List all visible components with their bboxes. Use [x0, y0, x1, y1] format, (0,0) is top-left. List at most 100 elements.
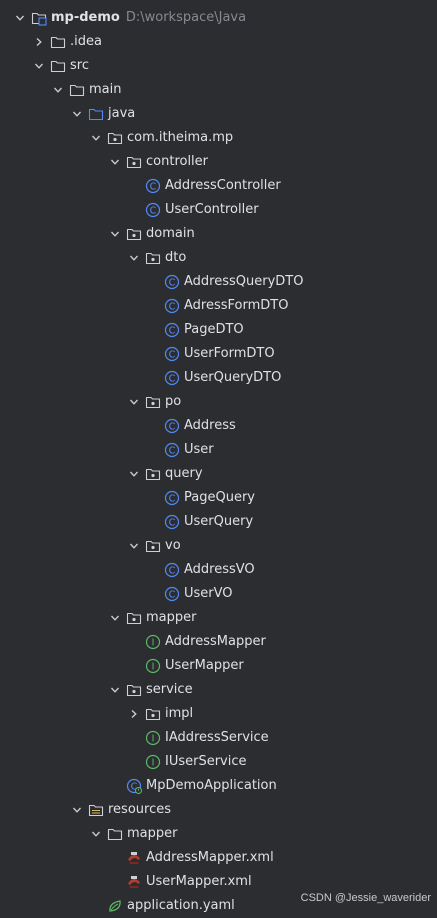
tree-node[interactable]: I IUserService — [0, 750, 437, 774]
chevron-down-icon[interactable] — [32, 54, 46, 78]
tree-node[interactable]: C UserController — [0, 198, 437, 222]
project-path: D:\workspace\Java — [125, 10, 247, 25]
tree-node[interactable]: dto — [0, 246, 437, 270]
tree-node-label: PageQuery — [184, 486, 255, 510]
package-icon — [145, 466, 161, 482]
node-name: AddressVO — [184, 562, 255, 577]
tree-node[interactable]: po — [0, 390, 437, 414]
tree-node[interactable]: I AddressMapper — [0, 630, 437, 654]
tree-node-label: java — [108, 102, 135, 126]
tree-node[interactable]: mapper — [0, 606, 437, 630]
chevron-down-icon[interactable] — [108, 678, 122, 702]
tree-node-label: AddressMapper.xml — [146, 846, 274, 870]
tree-node[interactable]: C UserQueryDTO — [0, 366, 437, 390]
interface-icon: I — [145, 658, 161, 674]
svg-text:C: C — [169, 277, 176, 288]
chevron-down-icon[interactable] — [89, 822, 103, 846]
tree-node-label: UserFormDTO — [184, 342, 275, 366]
chevron-down-icon[interactable] — [70, 798, 84, 822]
tree-node[interactable]: service — [0, 678, 437, 702]
tree-node-label: Address — [184, 414, 236, 438]
node-name: PageDTO — [184, 322, 244, 337]
chevron-down-icon[interactable] — [108, 606, 122, 630]
tree-node[interactable]: C AddressVO — [0, 558, 437, 582]
tree-node-label: UserQuery — [184, 510, 253, 534]
node-name: User — [184, 442, 214, 457]
node-name: AdressFormDTO — [184, 298, 289, 313]
tree-node[interactable]: impl — [0, 702, 437, 726]
class-icon: C — [164, 442, 180, 458]
tree-node-label: User — [184, 438, 214, 462]
svg-text:C: C — [169, 517, 176, 528]
folder-icon — [69, 82, 85, 98]
class-icon: C — [145, 178, 161, 194]
tree-node[interactable]: mapper — [0, 822, 437, 846]
tree-node[interactable]: java — [0, 102, 437, 126]
node-name: UserFormDTO — [184, 346, 275, 361]
svg-text:C: C — [169, 421, 176, 432]
node-name: UserController — [165, 202, 259, 217]
module-folder-icon — [31, 10, 47, 26]
tree-node-label: dto — [165, 246, 186, 270]
tree-node[interactable]: vo — [0, 534, 437, 558]
tree-node[interactable]: C User — [0, 438, 437, 462]
chevron-right-icon[interactable] — [127, 702, 141, 726]
chevron-down-icon[interactable] — [108, 222, 122, 246]
tree-node[interactable]: C PageQuery — [0, 486, 437, 510]
tree-node[interactable]: controller — [0, 150, 437, 174]
tree-node[interactable]: C UserVO — [0, 582, 437, 606]
chevron-down-icon[interactable] — [127, 246, 141, 270]
tree-node[interactable]: src — [0, 54, 437, 78]
tree-node[interactable]: C PageDTO — [0, 318, 437, 342]
tree-node[interactable]: C AddressQueryDTO — [0, 270, 437, 294]
tree-node-label: mp-demo D:\workspace\Java — [51, 6, 246, 30]
tree-node[interactable]: C MpDemoApplication — [0, 774, 437, 798]
folder-icon — [50, 34, 66, 50]
chevron-right-icon[interactable] — [32, 30, 46, 54]
tree-node-label: UserQueryDTO — [184, 366, 281, 390]
tree-node[interactable]: com.itheima.mp — [0, 126, 437, 150]
folder-icon — [107, 826, 123, 842]
tree-node[interactable]: mp-demo D:\workspace\Java — [0, 6, 437, 30]
chevron-down-icon[interactable] — [13, 6, 27, 30]
tree-node[interactable]: UserMapper.xml — [0, 870, 437, 894]
tree-node[interactable]: domain — [0, 222, 437, 246]
package-icon — [145, 394, 161, 410]
node-name: vo — [165, 538, 181, 553]
chevron-down-icon[interactable] — [127, 462, 141, 486]
tree-node[interactable]: query — [0, 462, 437, 486]
svg-text:C: C — [169, 493, 176, 504]
chevron-down-icon[interactable] — [127, 534, 141, 558]
chevron-down-icon[interactable] — [51, 78, 65, 102]
chevron-down-icon[interactable] — [108, 150, 122, 174]
tree-node[interactable]: resources — [0, 798, 437, 822]
package-icon — [126, 154, 142, 170]
tree-node-label: impl — [165, 702, 193, 726]
tree-node[interactable]: I IAddressService — [0, 726, 437, 750]
package-icon — [126, 226, 142, 242]
class-icon: C — [164, 298, 180, 314]
mybatis-xml-icon — [126, 850, 142, 866]
svg-text:I: I — [152, 661, 155, 672]
tree-node[interactable]: C Address — [0, 414, 437, 438]
tree-node[interactable]: C AddressController — [0, 174, 437, 198]
tree-node[interactable]: C UserFormDTO — [0, 342, 437, 366]
chevron-down-icon[interactable] — [70, 102, 84, 126]
tree-node[interactable]: C AdressFormDTO — [0, 294, 437, 318]
tree-node[interactable]: main — [0, 78, 437, 102]
tree-node[interactable]: I UserMapper — [0, 654, 437, 678]
tree-node[interactable]: .idea — [0, 30, 437, 54]
svg-text:C: C — [169, 589, 176, 600]
package-icon — [126, 610, 142, 626]
node-name: mapper — [146, 610, 197, 625]
package-icon — [145, 538, 161, 554]
interface-icon: I — [145, 754, 161, 770]
svg-text:C: C — [150, 181, 157, 192]
node-name: MpDemoApplication — [146, 778, 277, 793]
tree-node[interactable]: AddressMapper.xml — [0, 846, 437, 870]
tree-node-label: mapper — [127, 822, 177, 846]
tree-node[interactable]: C UserQuery — [0, 510, 437, 534]
chevron-down-icon[interactable] — [127, 390, 141, 414]
chevron-down-icon[interactable] — [89, 126, 103, 150]
node-name: mapper — [127, 826, 178, 841]
